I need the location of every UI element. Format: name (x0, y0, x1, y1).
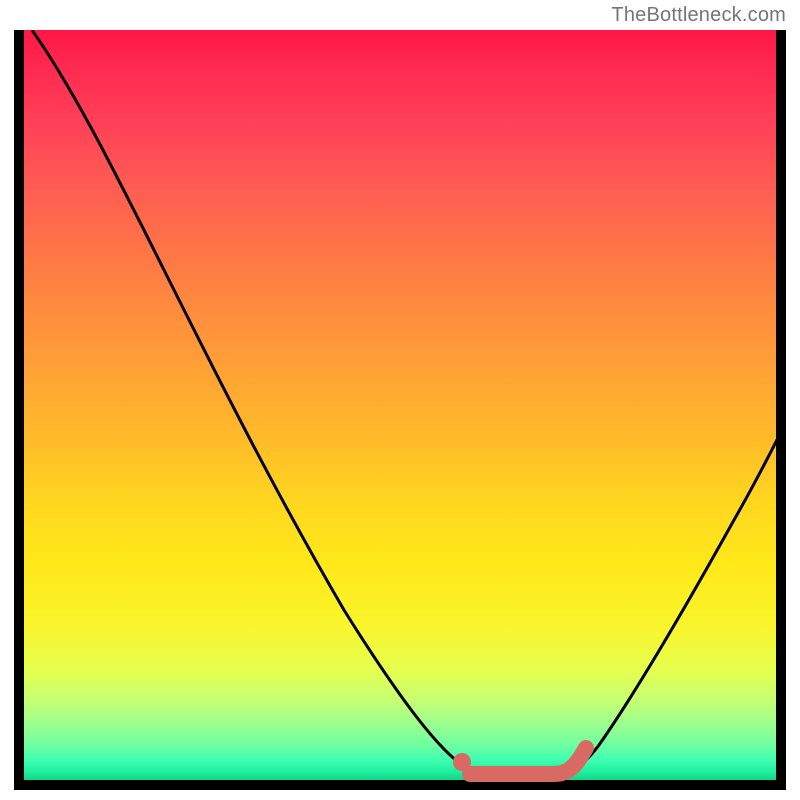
chart-container: TheBottleneck.com (0, 0, 800, 800)
curve-svg (14, 30, 786, 790)
chart-area (14, 30, 786, 790)
bottleneck-curve-path (32, 30, 786, 774)
highlight-band-path (470, 748, 586, 774)
attribution-text: TheBottleneck.com (611, 4, 786, 27)
